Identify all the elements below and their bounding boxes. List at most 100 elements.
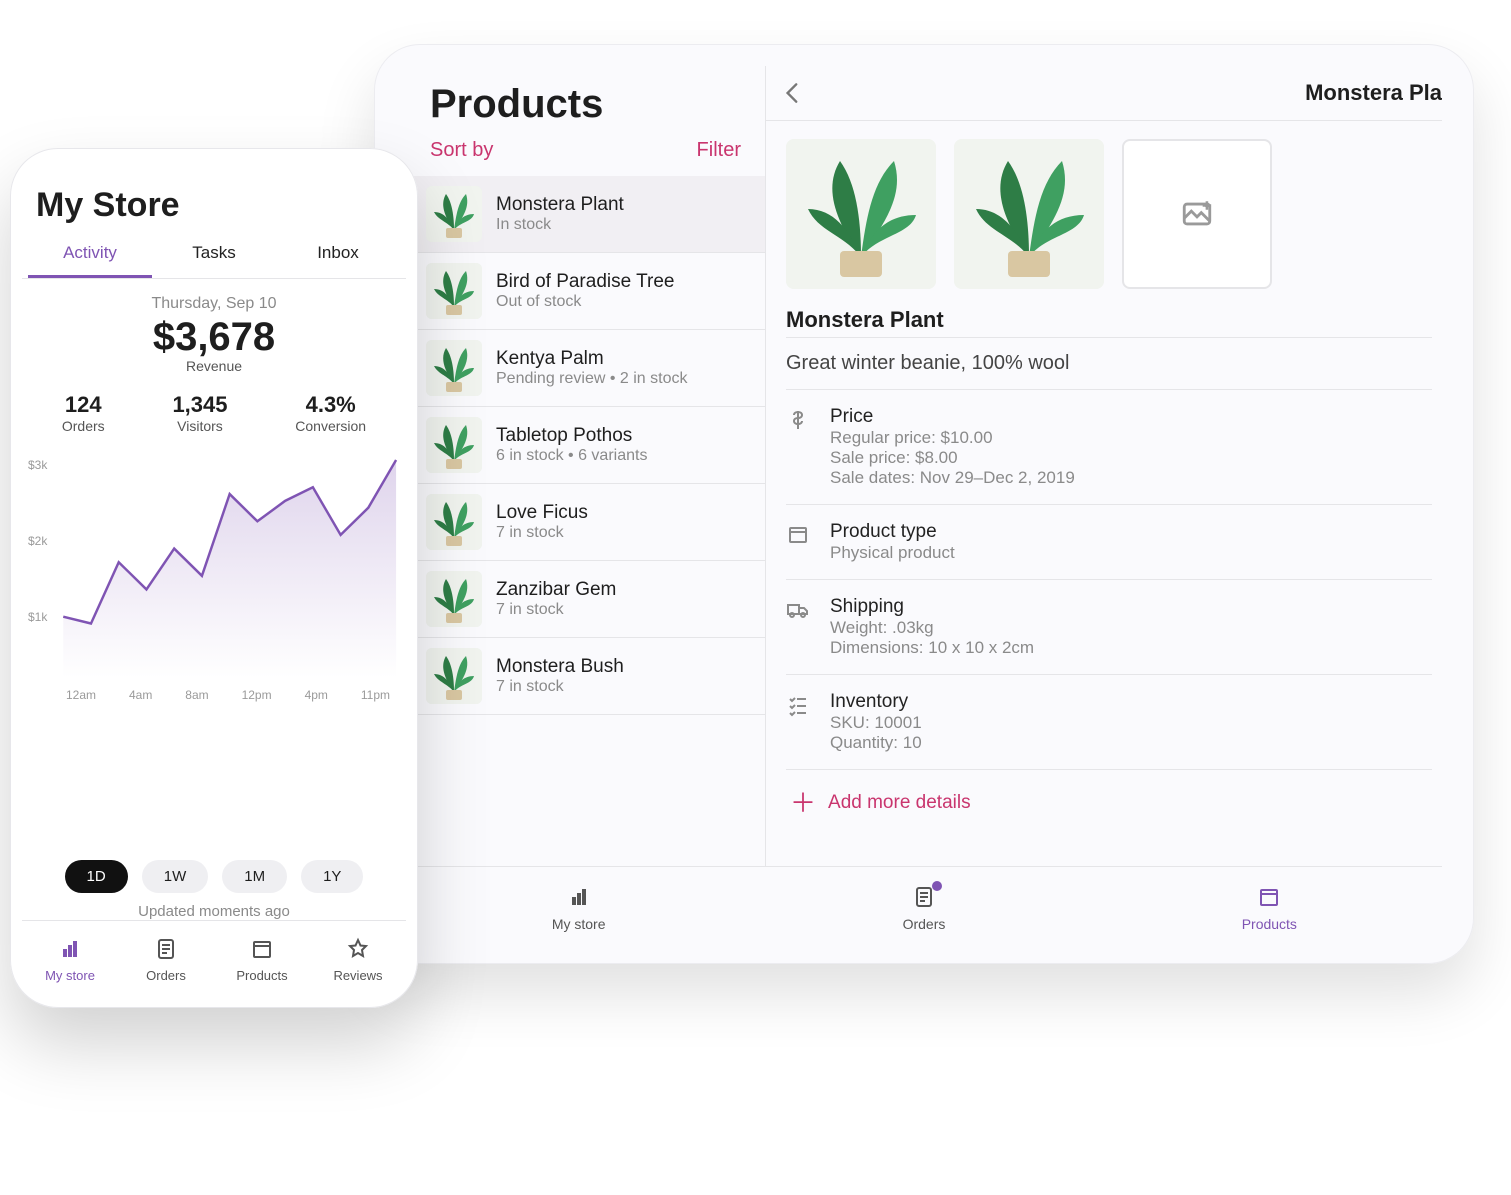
stat-orders: 124Orders <box>62 392 105 434</box>
x-tick: 4pm <box>305 688 328 702</box>
product-info: Bird of Paradise TreeOut of stock <box>496 271 674 311</box>
attr-line: Dimensions: 10 x 10 x 2cm <box>830 638 1034 658</box>
y-tick: $3k <box>28 458 47 472</box>
stat-value: 124 <box>62 392 105 418</box>
product-meta: 6 in stock • 6 variants <box>496 447 647 465</box>
product-meta: 7 in stock <box>496 524 588 542</box>
date-label: Thursday, Sep 10 <box>22 295 406 313</box>
attr-line: Sale price: $8.00 <box>830 448 1075 468</box>
store-title: My Store <box>36 186 392 225</box>
attr-title: Shipping <box>830 596 1034 618</box>
attr-title: Product type <box>830 521 955 543</box>
x-tick: 4am <box>129 688 152 702</box>
product-info: Kentya PalmPending review • 2 in stock <box>496 348 687 388</box>
my-store-icon <box>58 937 82 964</box>
nav-products[interactable]: Products <box>214 921 310 998</box>
product-row[interactable]: Bird of Paradise TreeOut of stock <box>406 253 765 330</box>
y-tick: $1k <box>28 610 47 624</box>
attr-inventory[interactable]: Inventory SKU: 10001 Quantity: 10 <box>786 675 1432 770</box>
attr-product-type[interactable]: Product type Physical product <box>786 505 1432 580</box>
stat-label: Orders <box>62 418 105 434</box>
nav-label: Orders <box>903 916 946 932</box>
attr-price[interactable]: Price Regular price: $10.00 Sale price: … <box>786 390 1432 505</box>
product-thumbnail <box>426 186 482 242</box>
phone-tab-tasks[interactable]: Tasks <box>152 233 276 278</box>
nav-reviews[interactable]: Reviews <box>310 921 406 998</box>
product-meta: Out of stock <box>496 293 674 311</box>
updated-label: Updated moments ago <box>22 903 406 920</box>
add-image-button[interactable] <box>1122 139 1272 289</box>
phone-tab-inbox[interactable]: Inbox <box>276 233 400 278</box>
orders-icon <box>154 937 178 964</box>
stats-row: 124Orders1,345Visitors4.3%Conversion <box>22 392 406 434</box>
product-info: Monstera Bush7 in stock <box>496 656 624 696</box>
x-tick: 8am <box>185 688 208 702</box>
product-thumbnail <box>426 340 482 396</box>
attr-line: Physical product <box>830 543 955 563</box>
product-meta: In stock <box>496 216 624 234</box>
product-thumbnail <box>426 263 482 319</box>
attr-line: SKU: 10001 <box>830 713 922 733</box>
my-store-icon <box>567 885 591 912</box>
product-name: Love Ficus <box>496 502 588 524</box>
product-gallery <box>786 139 1432 289</box>
product-row[interactable]: Love Ficus7 in stock <box>406 484 765 561</box>
box-icon <box>786 523 812 552</box>
product-row[interactable]: Zanzibar Gem7 in stock <box>406 561 765 638</box>
phone-tabbar: My storeOrdersProducts Reviews <box>22 920 406 998</box>
x-tick: 11pm <box>361 688 390 702</box>
nav-label: Reviews <box>333 968 382 983</box>
product-name: Monstera Plant <box>496 194 624 216</box>
dollar-icon <box>786 408 812 437</box>
products-icon <box>1257 885 1281 912</box>
revenue-label: Revenue <box>22 358 406 374</box>
nav-my-store[interactable]: My store <box>22 921 118 998</box>
product-thumbnail <box>426 417 482 473</box>
x-axis: 12am 4am 8am 12pm 4pm 11pm <box>28 688 400 702</box>
product-info: Tabletop Pothos6 in stock • 6 variants <box>496 425 647 465</box>
range-1w[interactable]: 1W <box>142 860 209 893</box>
attr-shipping[interactable]: Shipping Weight: .03kg Dimensions: 10 x … <box>786 580 1432 675</box>
product-meta: 7 in stock <box>496 601 616 619</box>
gallery-image[interactable] <box>786 139 936 289</box>
product-list: Monstera PlantIn stock Bird of Paradise T… <box>406 176 765 866</box>
products-heading: Products <box>430 82 741 127</box>
filter-button[interactable]: Filter <box>697 139 741 162</box>
range-1y[interactable]: 1Y <box>301 860 363 893</box>
stat-conversion: 4.3%Conversion <box>295 392 366 434</box>
add-more-details-button[interactable]: ＋ Add more details <box>786 770 1432 820</box>
product-thumbnail <box>426 494 482 550</box>
tablet-device: Products Sort by Filter Monstera PlantIn… <box>374 44 1474 964</box>
detail-header-title: Monstera Pla <box>1305 80 1442 106</box>
phone-tab-activity[interactable]: Activity <box>28 233 152 278</box>
nav-products[interactable]: Products <box>1097 867 1442 950</box>
product-description: Great winter beanie, 100% wool <box>786 337 1432 390</box>
x-tick: 12am <box>66 688 96 702</box>
nav-orders[interactable]: Orders <box>118 921 214 998</box>
product-list-pane: Products Sort by Filter Monstera PlantIn… <box>406 66 766 866</box>
y-tick: $2k <box>28 534 47 548</box>
nav-label: My store <box>552 916 606 932</box>
chart-svg <box>28 454 400 684</box>
revenue-chart: $3k $2k $1k 12am 4am 8am 12pm 4pm 11pm <box>22 454 406 846</box>
product-name: Monstera Bush <box>496 656 624 678</box>
nav-orders[interactable]: Orders <box>751 867 1096 950</box>
attr-title: Inventory <box>830 691 922 713</box>
x-tick: 12pm <box>242 688 272 702</box>
sort-button[interactable]: Sort by <box>430 139 493 162</box>
range-1d[interactable]: 1D <box>65 860 128 893</box>
add-more-label: Add more details <box>828 792 971 814</box>
nav-my-store[interactable]: My store <box>406 867 751 950</box>
product-row[interactable]: Kentya PalmPending review • 2 in stock <box>406 330 765 407</box>
range-1m[interactable]: 1M <box>222 860 287 893</box>
phone-tabs: ActivityTasksInbox <box>22 233 406 279</box>
product-row[interactable]: Monstera PlantIn stock <box>406 176 765 253</box>
attr-title: Price <box>830 406 1075 428</box>
product-row[interactable]: Tabletop Pothos6 in stock • 6 variants <box>406 407 765 484</box>
product-meta: 7 in stock <box>496 678 624 696</box>
back-chevron-icon[interactable] <box>780 80 806 106</box>
attr-line: Quantity: 10 <box>830 733 922 753</box>
gallery-image[interactable] <box>954 139 1104 289</box>
product-row[interactable]: Monstera Bush7 in stock <box>406 638 765 715</box>
product-name: Kentya Palm <box>496 348 687 370</box>
